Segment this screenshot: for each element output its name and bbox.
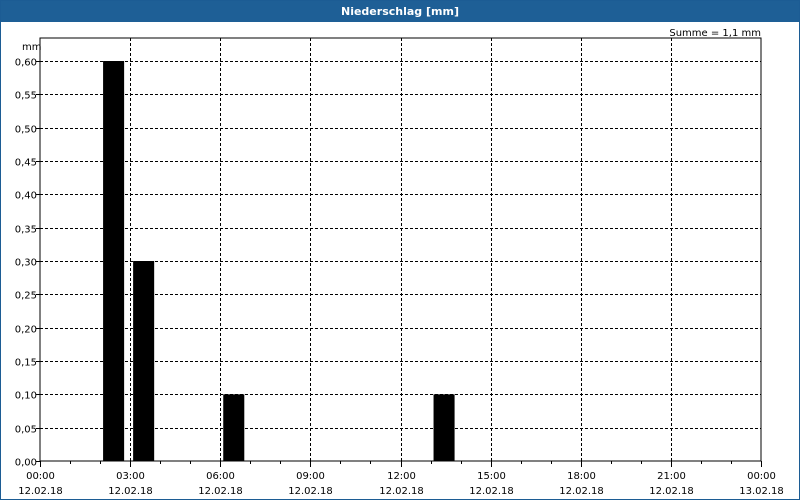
precipitation-chart: 0,00 0,05 0,10 0,15 0,20 0,25 0,30 0,35 0,40 0,45… bbox=[15, 28, 784, 497]
x-tick-time: 18:00 bbox=[567, 471, 596, 482]
x-tick-date: 12.02.18 bbox=[288, 486, 333, 497]
y-tick-label: 0,05 bbox=[15, 425, 37, 436]
x-axis: 00:00 12.02.18 03:00 12.02.18 06:00 12.02.18 0… bbox=[18, 461, 784, 497]
y-tick-label: 0,10 bbox=[15, 391, 37, 402]
x-tick-date: 12.02.18 bbox=[379, 486, 424, 497]
bar bbox=[133, 261, 155, 461]
y-tick-label: 0,00 bbox=[15, 458, 37, 469]
x-tick-time: 03:00 bbox=[116, 471, 145, 482]
y-tick-label: 0,25 bbox=[15, 291, 37, 302]
y-tick-label: 0,15 bbox=[15, 358, 37, 369]
x-tick-date: 12.02.18 bbox=[559, 486, 604, 497]
y-tick-label: 0,55 bbox=[15, 91, 37, 102]
bar bbox=[103, 61, 125, 461]
x-tick-time: 00:00 bbox=[747, 471, 776, 482]
bar bbox=[433, 394, 455, 461]
x-tick-time: 00:00 bbox=[26, 471, 55, 482]
x-tick-date: 12.02.18 bbox=[469, 486, 514, 497]
x-tick-time: 06:00 bbox=[206, 471, 235, 482]
y-tick-label: 0,40 bbox=[15, 191, 37, 202]
x-tick-time: 09:00 bbox=[296, 471, 325, 482]
x-tick-time: 12:00 bbox=[387, 471, 416, 482]
x-tick-date: 12.02.18 bbox=[649, 486, 694, 497]
x-tick-date: 13.02.18 bbox=[739, 486, 784, 497]
x-tick-date: 12.02.18 bbox=[198, 486, 243, 497]
y-tick-label: 0,45 bbox=[15, 158, 37, 169]
y-tick-label: 0,60 bbox=[15, 58, 37, 69]
sum-label: Summe = 1,1 mm bbox=[669, 28, 761, 39]
x-tick-date: 12.02.18 bbox=[108, 486, 153, 497]
y-tick-label: 0,35 bbox=[15, 225, 37, 236]
y-tick-label: 0,30 bbox=[15, 258, 37, 269]
x-tick-time: 15:00 bbox=[477, 471, 506, 482]
y-axis: 0,00 0,05 0,10 0,15 0,20 0,25 0,30 0,35 0,40 0,45… bbox=[15, 58, 40, 469]
y-tick-label: 0,50 bbox=[15, 125, 37, 136]
x-tick-time: 21:00 bbox=[657, 471, 686, 482]
bar bbox=[223, 394, 245, 461]
y-axis-label: mm bbox=[22, 42, 41, 53]
x-tick-date: 12.02.18 bbox=[18, 486, 63, 497]
y-tick-label: 0,20 bbox=[15, 325, 37, 336]
